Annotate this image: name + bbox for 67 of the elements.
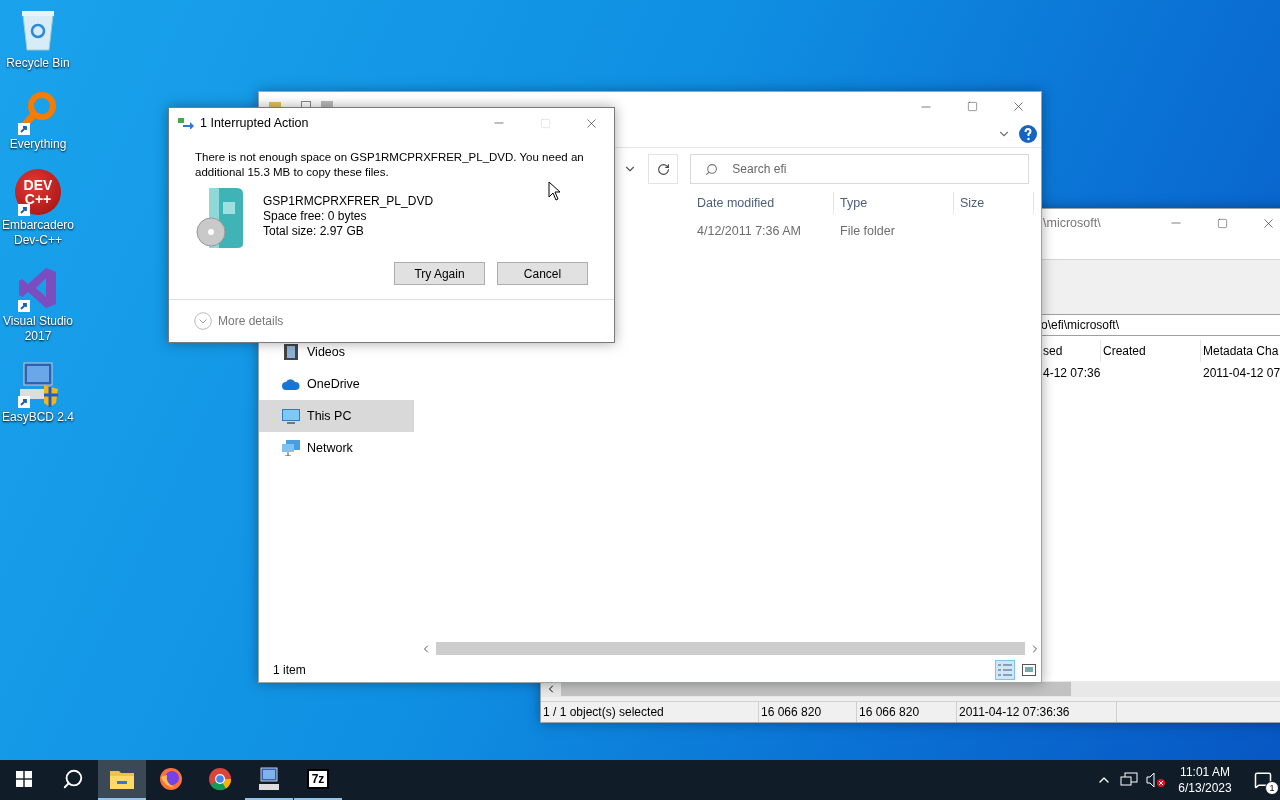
film-icon — [284, 344, 298, 360]
shortcut-arrow-icon — [18, 204, 30, 216]
desktop-icon[interactable]: DEV C++ Embarcadero Dev-C++ — [0, 168, 76, 250]
speaker-icon[interactable] — [1146, 772, 1166, 788]
nav-item[interactable]: Videos — [259, 336, 414, 368]
try-again-button[interactable]: Try Again — [394, 262, 485, 285]
picture-frame-icon — [1022, 664, 1036, 676]
recycle-bin-icon — [20, 9, 56, 51]
chevron-circle-icon — [194, 312, 212, 330]
network-icon — [282, 440, 300, 456]
more-details-toggle[interactable]: More details — [194, 312, 284, 330]
search-placeholder: Search efi — [732, 162, 787, 176]
column-header[interactable]: Size — [954, 192, 1034, 214]
help-icon[interactable] — [1019, 125, 1037, 143]
mouse-cursor-icon — [548, 181, 561, 201]
table-cell: 4-12 07:36 — [1043, 366, 1101, 380]
status-text: 16 066 820 — [761, 705, 822, 719]
cancel-button[interactable]: Cancel — [497, 262, 588, 285]
maximize-icon[interactable] — [966, 101, 978, 112]
table-cell-text: 4/12/2011 7:36 AM — [696, 223, 803, 240]
column-header[interactable]: Created — [1101, 340, 1201, 362]
shortcut-arrow-icon — [18, 300, 30, 312]
monitor-icon — [282, 408, 300, 424]
shortcut-arrow-icon — [18, 123, 30, 135]
table-cell: 2011-04-12 07 — [1203, 366, 1280, 380]
nav-item[interactable]: Network — [259, 432, 414, 464]
chrome-like-icon — [208, 767, 232, 791]
visual-studio-icon — [18, 266, 58, 310]
nav-item[interactable]: OneDrive — [259, 368, 414, 400]
search-icon — [705, 162, 719, 176]
devcpp-logo: DEV C++ — [15, 169, 61, 215]
clock[interactable]: 11:01 AM 6/13/2023 — [1174, 764, 1236, 796]
taskbar-button[interactable]: 7z — [294, 760, 342, 800]
maximize-icon[interactable] — [1216, 217, 1228, 229]
search-field[interactable]: Search efi — [690, 154, 1029, 184]
column-header[interactable]: Date modified — [691, 192, 834, 214]
drive-detail: Total size: 2.97 GB — [263, 224, 365, 239]
network-status-icon[interactable] — [1120, 772, 1138, 788]
status-text: 1 item — [273, 663, 306, 677]
status-text: 16 066 820 — [859, 705, 920, 719]
computer-icon — [257, 767, 281, 791]
taskbar-button[interactable] — [98, 760, 146, 800]
shortcut-arrow-icon — [18, 396, 30, 408]
window-title: \microsoft\ — [1043, 216, 1101, 230]
horizontal-scrollbar[interactable] — [541, 681, 1280, 697]
refresh-button[interactable] — [648, 154, 679, 184]
folder-icon — [110, 769, 134, 789]
fox-globe-icon — [159, 767, 183, 791]
notifications-icon[interactable] — [1254, 771, 1272, 789]
cloud-icon — [282, 378, 300, 390]
status-text: 1 / 1 object(s) selected — [543, 705, 664, 719]
column-header[interactable]: Metadata Cha — [1201, 340, 1280, 362]
drive-name: GSP1RMCPRXFRER_PL_DVD — [263, 194, 434, 209]
status-text: 2011-04-12 07:36:36 — [959, 705, 1070, 719]
windows-logo-icon — [16, 771, 32, 787]
nav-item[interactable]: This PC — [259, 400, 414, 432]
list-icon — [998, 664, 1012, 676]
dialog-title: 1 Interrupted Action — [200, 116, 309, 130]
search-icon — [62, 768, 84, 790]
refresh-icon — [656, 162, 670, 176]
notification-count: 1 — [1265, 781, 1279, 795]
copy-transfer-icon — [178, 117, 194, 129]
error-message: There is not enough space on GSP1RMCPRXFRER_PL_DVD. You need an additional 15.3 MB to copy these files. — [195, 150, 585, 180]
sevenzip-icon: 7z — [306, 769, 330, 789]
column-header[interactable]: Type — [834, 192, 954, 214]
drive-detail: Space free: 0 bytes — [263, 209, 368, 224]
table-cell-text: File folder — [839, 223, 896, 240]
